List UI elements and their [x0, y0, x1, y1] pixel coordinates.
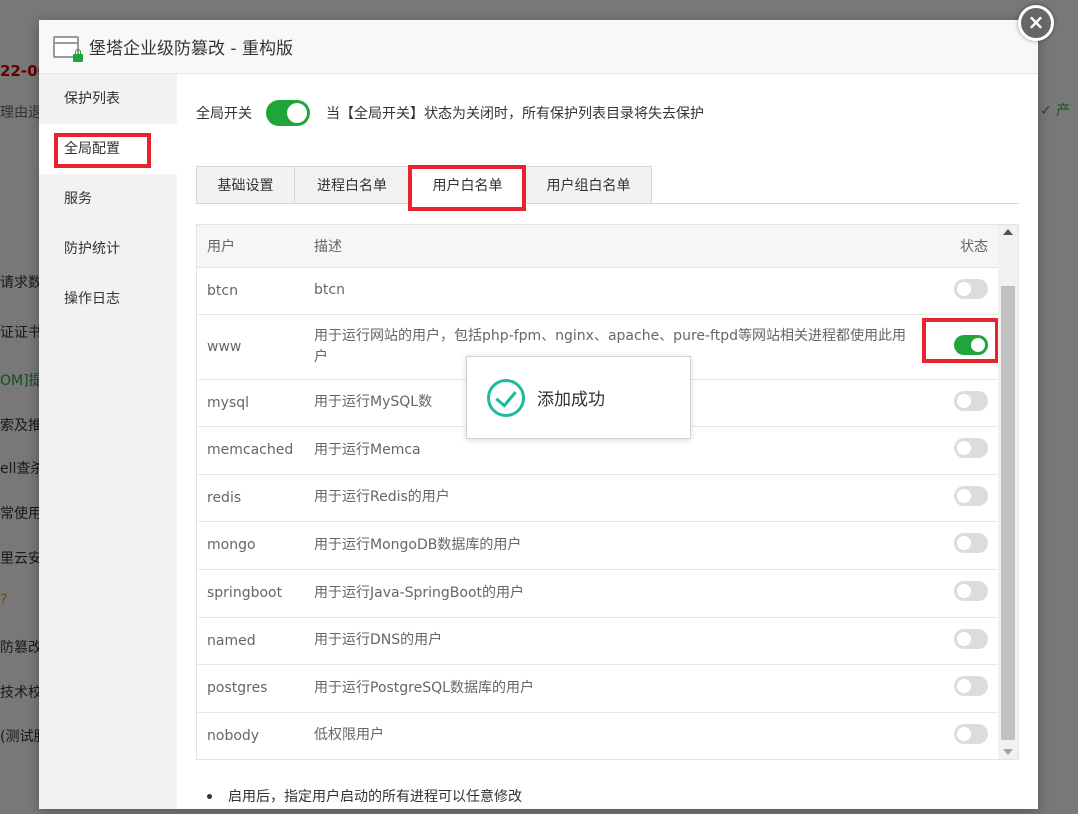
sidebar-item-service[interactable]: 服务	[39, 174, 177, 224]
success-toast: 添加成功	[466, 356, 691, 439]
toast-message: 添加成功	[537, 390, 605, 410]
table-row: btcn btcn	[197, 267, 998, 315]
scroll-down-arrow-icon[interactable]	[1003, 749, 1013, 755]
table-row: nobody 低权限用户	[197, 712, 998, 759]
status-toggle[interactable]	[954, 533, 988, 553]
modal-header: 堡塔企业级防篡改 - 重构版	[39, 20, 1038, 74]
table-header-row: 用户 描述 状态	[197, 225, 998, 268]
sidebar-item-label: 保护列表	[64, 91, 120, 107]
lock-icon	[73, 48, 83, 62]
status-toggle[interactable]	[954, 278, 988, 299]
sidebar-item-operation-log[interactable]: 操作日志	[39, 274, 177, 324]
cell-user: btcn	[197, 267, 304, 315]
status-toggle[interactable]	[954, 438, 988, 458]
cell-user: www	[197, 314, 304, 380]
red-highlight-box	[922, 317, 999, 363]
modal-title: 堡塔企业级防篡改 - 重构版	[89, 39, 293, 59]
cell-status	[918, 426, 998, 475]
table-row: postgres 用于运行PostgreSQL数据库的用户	[197, 664, 998, 713]
global-switch-description: 当【全局开关】状态为关闭时，所有保护列表目录将失去保护	[326, 106, 704, 122]
red-highlight-box	[408, 165, 526, 211]
cell-description: 用于运行MongoDB数据库的用户	[304, 521, 918, 570]
cell-user: postgres	[197, 664, 304, 713]
status-toggle-wrapper	[922, 317, 999, 363]
cell-user: named	[197, 617, 304, 665]
status-toggle[interactable]	[954, 581, 988, 601]
scroll-up-arrow-icon[interactable]	[1003, 229, 1013, 235]
app-window-icon	[53, 35, 83, 62]
sidebar-item-protect-list[interactable]: 保护列表	[39, 74, 177, 124]
global-switch-toggle[interactable]	[266, 100, 310, 126]
sidebar-item-label: 服务	[64, 191, 92, 207]
tip-note: 启用后，指定用户启动的所有进程可以任意修改	[207, 786, 522, 806]
sidebar-item-label: 防护统计	[64, 241, 120, 257]
bullet-icon	[207, 793, 212, 799]
cell-status	[918, 617, 998, 665]
red-highlight-box	[54, 133, 151, 168]
tab-group-whitelist[interactable]: 用户组白名单	[525, 166, 652, 204]
cell-status	[918, 521, 998, 570]
table-scrollbar[interactable]	[998, 225, 1018, 759]
cell-status	[918, 664, 998, 713]
cell-description: 用于运行DNS的用户	[304, 617, 918, 665]
cell-status	[918, 267, 998, 315]
cell-description: btcn	[304, 267, 918, 315]
global-switch-row: 全局开关 当【全局开关】状态为关闭时，所有保护列表目录将失去保护	[196, 100, 704, 126]
cell-status	[918, 379, 998, 427]
cell-description: 用于运行Java-SpringBoot的用户	[304, 569, 918, 618]
sidebar-item-global-config[interactable]: 全局配置	[39, 124, 177, 174]
user-whitelist-table: 用户 描述 状态 btcn btcn www 用于运行网站的用户，包括php-f…	[196, 224, 1019, 760]
cell-description: 用于运行PostgreSQL数据库的用户	[304, 664, 918, 713]
cell-user: memcached	[197, 426, 304, 475]
table-row: mongo 用于运行MongoDB数据库的用户	[197, 521, 998, 570]
sidebar-item-label: 操作日志	[64, 291, 120, 307]
cell-user: mysql	[197, 379, 304, 427]
tab-process-whitelist[interactable]: 进程白名单	[294, 166, 410, 204]
cell-user: springboot	[197, 569, 304, 618]
scrollbar-thumb[interactable]	[1001, 286, 1015, 740]
column-header-description: 描述	[304, 225, 918, 268]
tamper-proof-modal: 堡塔企业级防篡改 - 重构版 保护列表 全局配置 服务 防护统计 操作日志 全局…	[39, 20, 1038, 809]
tip-text: 启用后，指定用户启动的所有进程可以任意修改	[228, 789, 522, 805]
check-circle-icon	[487, 378, 525, 417]
table-row: springboot 用于运行Java-SpringBoot的用户	[197, 569, 998, 618]
table-row: named 用于运行DNS的用户	[197, 617, 998, 665]
cell-user: mongo	[197, 521, 304, 570]
cell-user: nobody	[197, 712, 304, 759]
table-row: redis 用于运行Redis的用户	[197, 474, 998, 522]
cell-status	[918, 474, 998, 522]
status-toggle[interactable]	[954, 676, 988, 696]
column-header-status: 状态	[918, 225, 998, 268]
tab-basic-settings[interactable]: 基础设置	[196, 166, 295, 204]
global-switch-label: 全局开关	[196, 106, 252, 122]
cell-description: 用于运行Redis的用户	[304, 474, 918, 522]
tab-bar: 基础设置 进程白名单 用户白名单 用户组白名单	[196, 165, 1019, 211]
status-toggle[interactable]	[954, 485, 988, 506]
column-header-user: 用户	[197, 225, 304, 268]
close-icon[interactable]: ×	[1018, 5, 1054, 41]
sidebar-item-protect-stats[interactable]: 防护统计	[39, 224, 177, 274]
cell-user: redis	[197, 474, 304, 522]
cell-status	[918, 314, 999, 380]
main-content: 全局开关 当【全局开关】状态为关闭时，所有保护列表目录将失去保护 基础设置 进程…	[177, 74, 1038, 809]
cell-status	[918, 712, 998, 759]
cell-status	[918, 569, 998, 618]
status-toggle[interactable]	[954, 723, 988, 744]
status-toggle[interactable]	[954, 628, 988, 649]
sidebar: 保护列表 全局配置 服务 防护统计 操作日志	[39, 74, 177, 809]
cell-description: 低权限用户	[304, 712, 918, 759]
status-toggle[interactable]	[954, 390, 988, 411]
